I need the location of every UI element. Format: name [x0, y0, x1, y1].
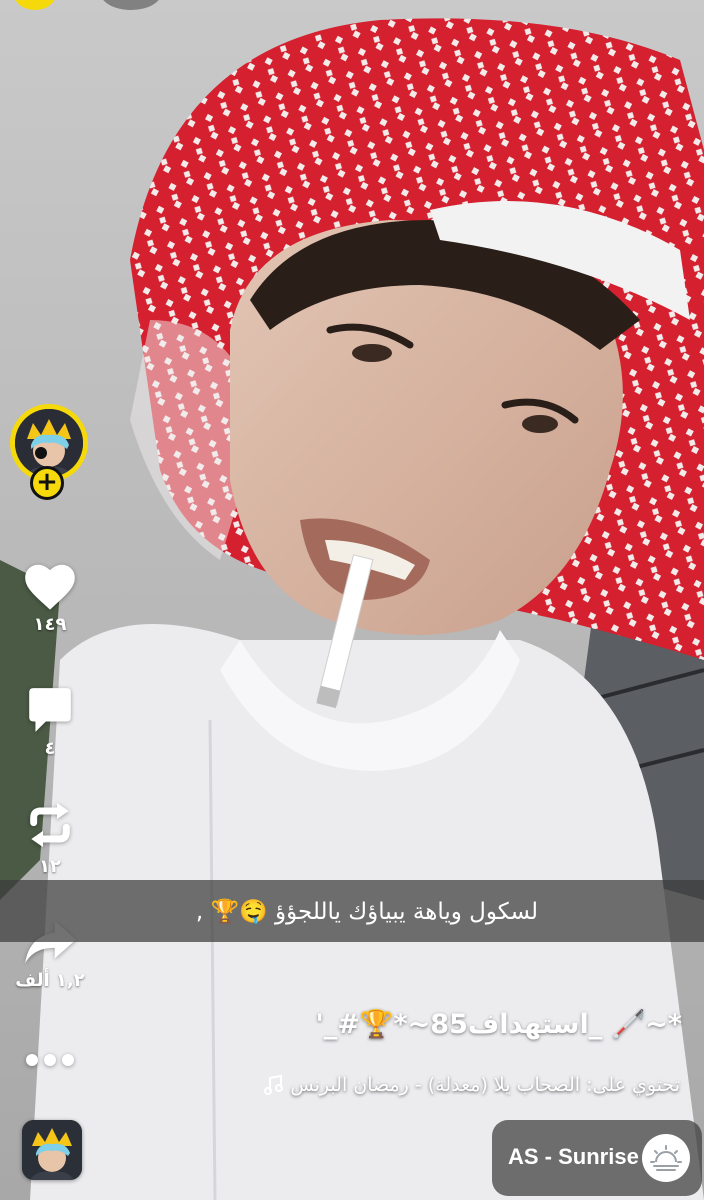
sound-pill-label: AS - Sunrise: [508, 1144, 639, 1169]
post-title[interactable]: *~🦯 _استهداف85~*🏆#_': [316, 1008, 682, 1040]
like-action[interactable]: ١٤٩: [0, 560, 100, 635]
more-icon: [26, 1054, 74, 1066]
like-count: ١٤٩: [33, 614, 67, 635]
music-note-icon: [264, 1074, 284, 1095]
caption-text: لسكول وياهة يبياؤك ياللجؤؤ 🤤🏆 ,: [195, 899, 538, 925]
repost-action[interactable]: ١٢: [0, 796, 100, 877]
comment-action[interactable]: ٤: [0, 684, 100, 759]
sound-info[interactable]: تحتوي على: الصحاب يلا (معدلة) - رمضان ال…: [264, 1074, 680, 1096]
comment-icon: [29, 688, 71, 732]
heart-icon: [25, 564, 75, 610]
comment-count: ٤: [44, 738, 56, 759]
more-action[interactable]: [0, 1050, 100, 1070]
share-count: ١,٢ ألف: [15, 970, 85, 991]
repost-count: ١٢: [39, 856, 61, 877]
repost-icon: [30, 802, 70, 848]
follow-plus-icon[interactable]: +: [30, 466, 64, 500]
sound-thumbnail[interactable]: [22, 1120, 82, 1180]
caption-overlay: لسكول وياهة يبياؤك ياللجؤؤ 🤤🏆 ,: [0, 880, 704, 942]
sound-text: تحتوي على: الصحاب يلا (معدلة) - رمضان ال…: [290, 1074, 680, 1096]
sunrise-icon: [642, 1134, 690, 1182]
sound-pill[interactable]: AS - Sunrise: [492, 1120, 702, 1196]
